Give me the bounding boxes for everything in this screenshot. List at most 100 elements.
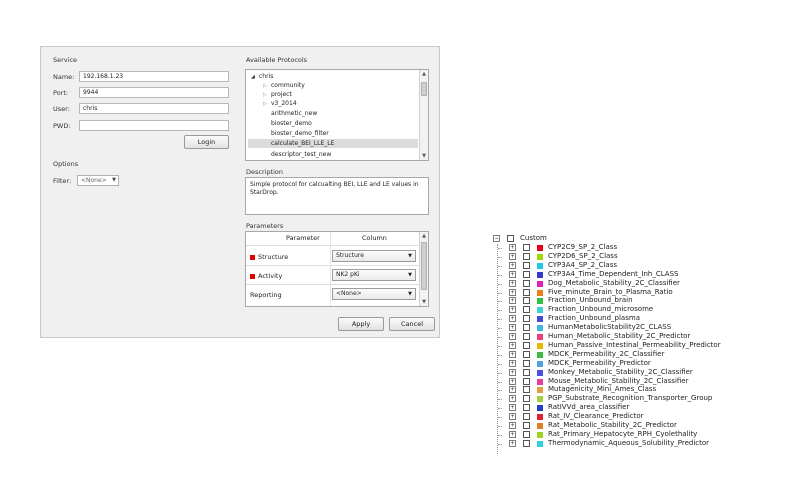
scrollbar-thumb[interactable]	[421, 82, 427, 96]
tree-item-checkbox[interactable]	[523, 431, 530, 438]
param-structure-select[interactable]: Structure ▼	[332, 250, 416, 262]
expand-icon[interactable]: +	[509, 404, 516, 411]
header-divider	[246, 245, 421, 246]
tree-item-checkbox[interactable]	[523, 280, 530, 287]
param-name: Structure	[258, 253, 289, 261]
tree-item-label: Dog_Metabolic_Stability_2C_Classifier	[548, 279, 680, 287]
expand-icon[interactable]: +	[509, 386, 516, 393]
tree-connector	[498, 301, 502, 302]
color-swatch	[537, 432, 543, 438]
tree-item-checkbox[interactable]	[523, 289, 530, 296]
expand-icon[interactable]: +	[509, 244, 516, 251]
protocol-item-label: community	[271, 82, 305, 89]
tree-item-checkbox[interactable]	[523, 297, 530, 304]
tree-item-checkbox[interactable]	[523, 413, 530, 420]
expand-icon[interactable]: +	[509, 289, 516, 296]
scrollbar-thumb[interactable]	[421, 242, 427, 290]
tree-item-checkbox[interactable]	[523, 386, 530, 393]
scroll-down-icon[interactable]: ▼	[420, 298, 428, 306]
login-button[interactable]: Login	[184, 135, 229, 149]
description-section-title: Description	[246, 168, 284, 176]
scroll-down-icon[interactable]: ▼	[420, 152, 428, 160]
protocol-list-scrollbar[interactable]: ▲ ▼	[419, 70, 428, 160]
expand-icon[interactable]: +	[509, 422, 516, 429]
protocol-tree[interactable]: ◢ chris ▷ community ▷ project ▷ v3_2014 arit…	[245, 69, 429, 161]
port-input[interactable]: 9944	[79, 87, 229, 98]
tree-item-label: Human_Passive_Intestinal_Permeability_Pr…	[548, 341, 721, 349]
tree-item-checkbox[interactable]	[523, 271, 530, 278]
tree-connector	[498, 346, 502, 347]
expand-icon[interactable]: +	[509, 324, 516, 331]
tree-item-checkbox[interactable]	[523, 244, 530, 251]
tree-item-checkbox[interactable]	[523, 404, 530, 411]
expand-icon[interactable]: +	[509, 431, 516, 438]
tree-item-checkbox[interactable]	[523, 306, 530, 313]
tree-connector	[498, 390, 502, 391]
cancel-button[interactable]: Cancel	[389, 317, 435, 331]
tree-item-checkbox[interactable]	[523, 342, 530, 349]
protocol-item-bioster-demo[interactable]: bioster_demo	[271, 119, 312, 128]
user-input[interactable]: chris	[79, 103, 229, 114]
expand-icon[interactable]: +	[509, 315, 516, 322]
expand-icon[interactable]: +	[509, 351, 516, 358]
expand-icon[interactable]: +	[509, 271, 516, 278]
expand-icon[interactable]: +	[509, 253, 516, 260]
param-activity-select[interactable]: NK2 pKi ▼	[332, 269, 416, 281]
color-swatch	[537, 245, 543, 251]
tree-item-checkbox[interactable]	[523, 333, 530, 340]
expand-icon[interactable]: +	[509, 440, 516, 447]
scroll-up-icon[interactable]: ▲	[420, 232, 428, 240]
tree-item-checkbox[interactable]	[523, 315, 530, 322]
row-divider	[246, 284, 421, 285]
tree-connector	[498, 337, 502, 338]
expand-icon[interactable]: +	[509, 395, 516, 402]
expand-icon[interactable]: +	[509, 262, 516, 269]
tree-item-label: CYP3A4_Time_Dependent_Inh_CLASS	[548, 270, 679, 278]
tree-item-checkbox[interactable]	[523, 351, 530, 358]
protocol-item-project[interactable]: ▷ project	[263, 90, 292, 99]
protocol-item-v3-2014[interactable]: ▷ v3_2014	[263, 99, 297, 108]
protocol-item-calculate-bei-lle-le[interactable]: calculate_BEI_LLE_LE	[248, 139, 418, 148]
tree-item-checkbox[interactable]	[523, 262, 530, 269]
tree-connector	[498, 293, 502, 294]
protocol-item-arithmetic-new[interactable]: arithmetic_new	[271, 109, 317, 118]
protocol-item-chris[interactable]: ◢ chris	[251, 72, 273, 81]
protocol-item-descriptor-test-new[interactable]: descriptor_test_new	[271, 150, 331, 159]
tree-item-checkbox[interactable]	[523, 369, 530, 376]
collapse-icon[interactable]: −	[493, 235, 500, 242]
expand-icon[interactable]: +	[509, 378, 516, 385]
tree-item-label: HumanMetabolicStability2C_CLASS	[548, 323, 672, 331]
tree-connector	[498, 266, 502, 267]
expand-icon[interactable]: +	[509, 360, 516, 367]
param-reporting-select[interactable]: <None> ▼	[332, 288, 416, 300]
tree-item-label: Rat_Metabolic_Stability_2C_Predictor	[548, 421, 677, 429]
expand-icon[interactable]: +	[509, 369, 516, 376]
pwd-input[interactable]	[79, 120, 229, 131]
expand-icon[interactable]: +	[509, 413, 516, 420]
expand-icon[interactable]: +	[509, 306, 516, 313]
column-header-column: Column	[362, 234, 387, 242]
tree-connector	[498, 399, 502, 400]
tree-item-label: Thermodynamic_Aqueous_Solubility_Predict…	[548, 439, 710, 447]
protocol-item-community[interactable]: ▷ community	[263, 81, 305, 90]
expand-icon[interactable]: +	[509, 333, 516, 340]
filter-select-value: <None>	[81, 177, 107, 184]
tree-item-checkbox[interactable]	[523, 253, 530, 260]
apply-button[interactable]: Apply	[338, 317, 384, 331]
tree-item-checkbox[interactable]	[523, 422, 530, 429]
expand-icon[interactable]: +	[509, 342, 516, 349]
tree-item-checkbox[interactable]	[523, 395, 530, 402]
filter-select[interactable]: <None> ▼	[77, 175, 119, 186]
expand-icon[interactable]: +	[509, 297, 516, 304]
custom-checkbox[interactable]	[507, 235, 514, 242]
expand-icon[interactable]: +	[509, 280, 516, 287]
scroll-up-icon[interactable]: ▲	[420, 70, 428, 78]
tree-item-checkbox[interactable]	[523, 440, 530, 447]
name-input[interactable]: 192.168.1.23	[79, 71, 229, 82]
tree-item-checkbox[interactable]	[523, 378, 530, 385]
parameters-scrollbar[interactable]: ▲ ▼	[419, 232, 428, 306]
user-label: User:	[53, 105, 70, 113]
tree-item-checkbox[interactable]	[523, 324, 530, 331]
tree-item-checkbox[interactable]	[523, 360, 530, 367]
protocol-item-bioster-demo-filter[interactable]: bioster_demo_filter	[271, 129, 329, 138]
